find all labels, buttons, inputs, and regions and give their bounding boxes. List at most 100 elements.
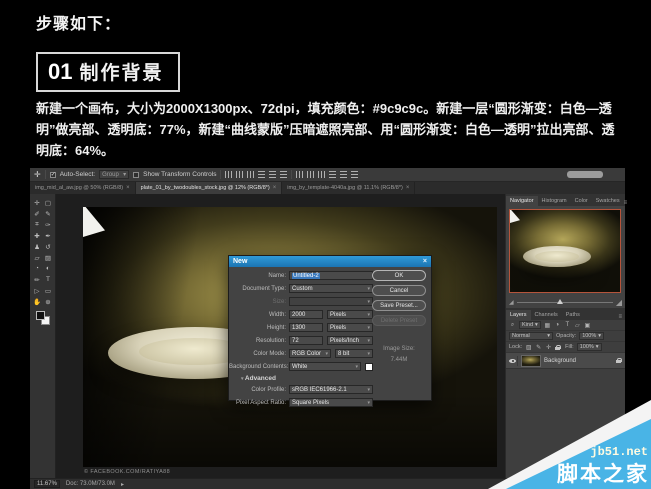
align-center-icon[interactable] [236,171,244,178]
crop-tool-icon[interactable]: ⌗ [32,219,43,230]
filter-kind-dropdown[interactable]: Kind ▾ [519,321,541,329]
width-unit-dropdown[interactable]: Pixels ▾ [327,310,373,319]
color-mode-dropdown[interactable]: RGB Color ▾ [289,349,331,358]
distribute-left-icon[interactable] [296,171,304,178]
document-type-dropdown[interactable]: Custom ▾ [289,284,373,293]
shape-tool-icon[interactable]: ▭ [43,285,54,296]
distribute-bottom-icon[interactable] [351,171,359,178]
lock-position-icon[interactable]: ✛ [545,344,552,351]
advanced-section-toggle[interactable]: ▾ Advanced [241,375,431,382]
dodge-tool-icon[interactable]: ◐ [43,263,54,274]
brush-tool-icon[interactable]: ✒ [43,230,54,241]
panel-tab-color[interactable]: Color [571,196,592,206]
history-brush-tool-icon[interactable]: ↺ [43,241,54,252]
eyedropper-tool-icon[interactable]: ✑ [43,219,54,230]
color-swatches[interactable] [35,311,50,325]
show-transform-checkbox[interactable] [133,171,140,178]
navigator-preview[interactable] [509,209,621,293]
width-input[interactable]: 2000 [289,310,323,319]
bit-depth-dropdown[interactable]: 8 bit ▾ [335,349,373,358]
cancel-button[interactable]: Cancel [372,285,426,296]
panel-tab-paths[interactable]: Paths [562,310,584,320]
filter-pixel-icon[interactable]: ▦ [544,322,551,329]
clone-stamp-tool-icon[interactable]: ♟ [32,241,43,252]
align-left-icon[interactable] [225,171,233,178]
filter-shape-icon[interactable]: ▱ [574,322,581,329]
resolution-unit-dropdown[interactable]: Pixels/Inch ▾ [327,336,373,345]
close-icon[interactable]: × [406,185,410,191]
close-icon[interactable]: × [126,185,130,191]
document-tab-2[interactable]: img_by_template-4040a.jpg @ 11.1% (RGB/8… [282,182,416,194]
panel-tab-channels[interactable]: Channels [531,310,562,320]
color-profile-dropdown[interactable]: sRGB IEC61966-2.1 ▾ [289,385,373,394]
panel-tab-swatches[interactable]: Swatches [592,196,624,206]
type-tool-icon[interactable]: T [43,274,54,285]
document-tab-1[interactable]: plate_01_by_twodoubles_stock.jpg @ 12% (… [135,182,283,194]
height-input[interactable]: 1300 [289,323,323,332]
hand-tool-icon[interactable]: ✋ [32,296,43,307]
resolution-input[interactable]: 72 [289,336,323,345]
distribute-top-icon[interactable] [329,171,337,178]
chevron-down-icon: ▾ [598,333,602,339]
panel-tab-histogram[interactable]: Histogram [538,196,571,206]
chevron-down-icon: ▾ [367,311,370,318]
navigator-zoom-slider[interactable]: ◢ ◢ [506,296,625,308]
align-top-icon[interactable] [258,171,266,178]
height-unit-dropdown[interactable]: Pixels ▾ [327,323,373,332]
panel-tab-layers[interactable]: Layers [506,310,531,320]
gradient-tool-icon[interactable]: ▨ [43,252,54,263]
panel-tab-navigator[interactable]: Navigator [506,196,538,206]
lock-transparency-icon[interactable]: ▨ [525,344,532,351]
align-middle-icon[interactable] [269,171,277,178]
close-icon[interactable]: × [423,258,427,265]
filter-smart-icon[interactable]: ▣ [584,322,591,329]
lock-pixels-icon[interactable]: ✎ [535,344,542,351]
path-selection-tool-icon[interactable]: ▷ [32,285,43,296]
layers-lock-row: Lock: ▨ ✎ ✛ Fill: 100% ▾ [506,342,625,353]
ok-button[interactable]: OK [372,270,426,281]
save-preset-button[interactable]: Save Preset... [372,300,426,311]
dialog-titlebar[interactable]: New × [229,256,431,267]
lock-all-icon[interactable] [555,344,561,350]
zoom-level-field[interactable]: 11.67% [34,480,60,488]
healing-brush-tool-icon[interactable]: ✚ [32,230,43,241]
distribute-center-icon[interactable] [307,171,315,178]
marquee-tool-icon[interactable]: ▢ [43,197,54,208]
zoom-in-icon[interactable]: ◢ [616,298,622,307]
chevron-right-icon[interactable]: ▸ [121,481,124,488]
layer-visibility-toggle[interactable] [508,355,518,366]
foreground-color-swatch[interactable] [35,311,45,320]
layer-thumbnail[interactable] [521,354,541,367]
opacity-dropdown[interactable]: 100% ▾ [579,332,605,340]
pen-tool-icon[interactable]: ✏ [32,274,43,285]
lasso-tool-icon[interactable]: ✐ [32,208,43,219]
eraser-tool-icon[interactable]: ▱ [32,252,43,263]
panel-menu-icon[interactable]: ≡ [618,314,625,320]
blur-tool-icon[interactable]: ◔ [32,263,43,274]
background-contents-dropdown[interactable]: White ▾ [289,362,361,371]
zoom-tool-icon[interactable]: ⊕ [43,296,54,307]
document-tab-0[interactable]: img_mid_al_aw.jpg @ 50% (RGB/8) × [30,182,136,194]
close-icon[interactable]: × [273,185,277,191]
move-tool-icon[interactable]: ✛ [32,197,43,208]
layer-row-background[interactable]: Background [506,353,625,369]
auto-select-checkbox[interactable] [49,171,56,178]
fill-dropdown[interactable]: 100% ▾ [576,343,602,351]
pixel-aspect-ratio-dropdown[interactable]: Square Pixels ▾ [289,398,373,407]
zoom-slider-track[interactable] [516,298,613,304]
distribute-right-icon[interactable] [318,171,326,178]
filter-type-icon[interactable]: T [564,322,571,329]
zoom-slider-knob[interactable] [557,298,564,304]
align-bottom-icon[interactable] [280,171,288,178]
panel-menu-icon[interactable]: ≡ [624,200,631,206]
align-right-icon[interactable] [247,171,255,178]
blend-mode-dropdown[interactable]: Normal ▾ [509,332,553,340]
name-input[interactable]: Untitled-2 [289,271,373,280]
zoom-out-icon[interactable]: ◢ [509,299,514,306]
auto-select-dropdown[interactable]: Group ▾ [99,170,130,179]
quick-selection-tool-icon[interactable]: ✎ [43,208,54,219]
move-tool-icon[interactable]: ✛ [34,170,41,179]
dock-collapse-button[interactable] [567,171,603,178]
distribute-middle-icon[interactable] [340,171,348,178]
filter-adjustment-icon[interactable]: ◑ [554,322,561,329]
